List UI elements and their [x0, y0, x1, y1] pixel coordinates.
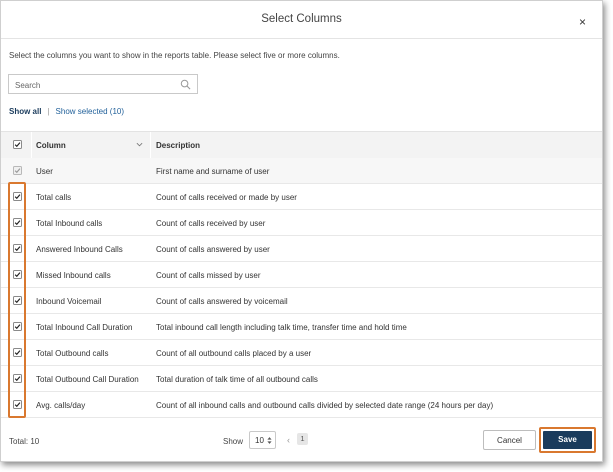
column-description: Count of all outbound calls placed by a …	[156, 349, 312, 358]
column-name: Answered Inbound Calls	[36, 245, 123, 254]
prev-page-icon[interactable]: ‹	[287, 435, 290, 445]
table-row: Total Inbound Call Duration Total inbound…	[1, 314, 602, 340]
chevron-down-icon[interactable]	[136, 141, 143, 148]
column-name: Total Outbound Call Duration	[36, 375, 139, 384]
save-button[interactable]: Save	[543, 431, 592, 449]
description-header: Description	[156, 141, 201, 150]
dialog-title: Select Columns	[261, 13, 342, 25]
table-row: User First name and surname of user	[1, 158, 602, 184]
select-arrows-icon	[267, 437, 272, 444]
table-row: Answered Inbound Calls Count of calls ans…	[1, 236, 602, 262]
search-box	[8, 74, 198, 95]
table-row: Missed Inbound calls Count of calls misse…	[1, 262, 602, 288]
select-columns-dialog: Select Columns × Select the columns you …	[0, 0, 603, 462]
column-name: Total Inbound calls	[36, 219, 103, 228]
column-description: Total duration of talk time of all outbo…	[156, 375, 318, 384]
column-name: Total Inbound Call Duration	[36, 323, 133, 332]
select-all-checkbox[interactable]	[13, 140, 22, 149]
column-description: Count of calls received by user	[156, 219, 266, 228]
current-page[interactable]: 1	[297, 433, 308, 445]
total-count: Total: 10	[9, 437, 40, 446]
dialog-header: Select Columns ×	[1, 1, 602, 39]
column-description: Total inbound call length including talk…	[156, 323, 407, 332]
filter-links: Show all | Show selected (10)	[9, 107, 124, 116]
column-name: Total calls	[36, 193, 72, 202]
table-row: Avg. calls/day Count of all inbound calls…	[1, 392, 602, 418]
column-description: Count of calls received or made by user	[156, 193, 297, 202]
page-size-value: 10	[255, 436, 264, 445]
table-row: Total Outbound Call Duration Total durati…	[1, 366, 602, 392]
table-row: Total Outbound calls Count of all outboun…	[1, 340, 602, 366]
column-description: Count of calls answered by voicemail	[156, 297, 288, 306]
cancel-button[interactable]: Cancel	[483, 430, 536, 450]
table-row: Inbound Voicemail Count of calls answered…	[1, 288, 602, 314]
show-selected-link[interactable]: Show selected (10)	[56, 107, 124, 116]
show-all-link[interactable]: Show all	[9, 107, 41, 116]
column-header: Column	[36, 141, 66, 150]
filter-separator: |	[47, 107, 50, 116]
table-row: Total calls Count of calls received or ma…	[1, 184, 602, 210]
checkbox-highlight	[8, 182, 26, 418]
column-description: Count of all inbound calls and outbound …	[156, 401, 494, 410]
column-name: Total Outbound calls	[36, 349, 109, 358]
instructions-text: Select the columns you want to show in t…	[9, 51, 340, 60]
table-row: Total Inbound calls Count of calls receiv…	[1, 210, 602, 236]
search-icon	[180, 79, 191, 90]
close-icon[interactable]: ×	[579, 15, 586, 29]
column-description: Count of calls missed by user	[156, 271, 261, 280]
show-label: Show	[223, 437, 244, 446]
column-name: Missed Inbound calls	[36, 271, 111, 280]
column-name: Inbound Voicemail	[36, 297, 102, 306]
table-header: Column Description	[1, 131, 602, 159]
column-description: Count of calls answered by user	[156, 245, 270, 254]
column-name: Avg. calls/day	[36, 401, 86, 410]
column-name: User	[36, 167, 53, 176]
dialog-footer: Total: 10 Show 10 ‹ 1 Cancel Save	[1, 418, 602, 463]
row-checkbox	[13, 166, 22, 175]
search-input[interactable]	[9, 76, 185, 95]
save-highlight: Save	[539, 427, 596, 453]
page-size-select[interactable]: 10	[249, 431, 276, 449]
column-description: First name and surname of user	[156, 167, 270, 176]
